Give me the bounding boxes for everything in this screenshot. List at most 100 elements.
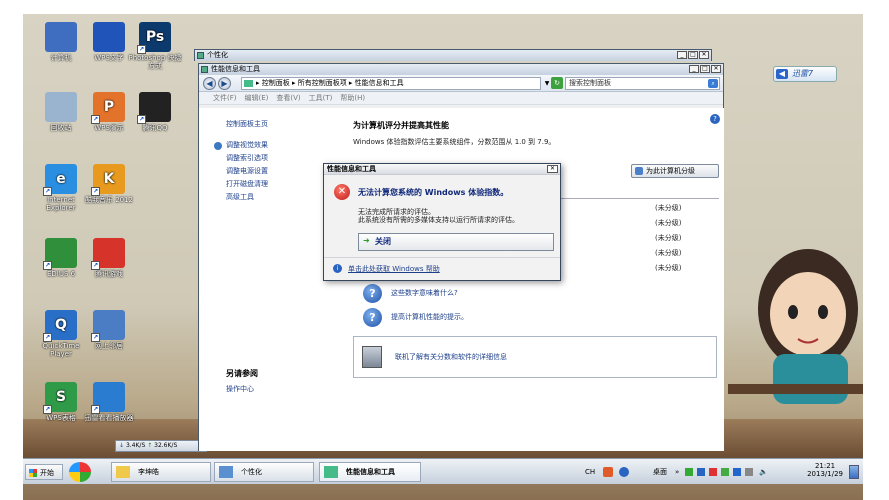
desktop-icon[interactable]: K ↗ 酷我音乐 2012 bbox=[81, 164, 137, 204]
refresh-icon[interactable]: ↻ bbox=[551, 77, 563, 89]
help-link-numbers-label: 这些数字意味着什么? bbox=[391, 289, 458, 297]
dialog-title: 性能信息和工具 bbox=[327, 165, 376, 173]
tray-icon-3[interactable] bbox=[709, 468, 717, 476]
maximize-button[interactable]: □ bbox=[700, 65, 710, 73]
desktop-icon[interactable]: ↗ 迅雷看看播放器 bbox=[81, 382, 137, 422]
dialog-close-icon[interactable]: ✕ bbox=[547, 165, 558, 173]
personalization-window[interactable]: 个性化 _ □ ✕ bbox=[194, 49, 712, 61]
maximize-button[interactable]: □ bbox=[688, 51, 698, 59]
shortcut-arrow-icon: ↗ bbox=[137, 115, 146, 124]
clock-time: 21:21 bbox=[814, 462, 836, 470]
taskbar-button-user[interactable]: 李坤皓 bbox=[111, 462, 211, 482]
dialog-help-link[interactable]: 单击此处获取 Windows 帮助 bbox=[348, 264, 440, 274]
online-info-box[interactable]: 联机了解有关分数和软件的详细信息 bbox=[353, 336, 717, 378]
kuwo-icon: K ↗ bbox=[91, 164, 125, 196]
personalization-titlebar[interactable]: 个性化 _ □ ✕ bbox=[195, 50, 711, 61]
start-button[interactable]: 开始 bbox=[25, 464, 63, 480]
tray-app-icon[interactable] bbox=[603, 467, 613, 477]
minimize-button[interactable]: _ bbox=[677, 51, 687, 59]
shortcut-arrow-icon: ↗ bbox=[43, 405, 52, 414]
page-description: Windows 体验指数评估主要系统组件，分数范围从 1.0 到 7.9。 bbox=[353, 138, 556, 146]
quicklaunch-colorful-icon[interactable] bbox=[69, 462, 91, 482]
forward-arrow-icon[interactable]: ▶ bbox=[218, 77, 231, 90]
upload-arrow-icon: ↑ bbox=[147, 442, 153, 449]
menu-bar: 文件(F) 编辑(E) 查看(V) 工具(T) 帮助(H) bbox=[199, 92, 723, 105]
dialog-close-button[interactable]: ➜ 关闭 bbox=[358, 233, 554, 251]
back-arrow-icon[interactable]: ◀ bbox=[203, 77, 216, 90]
rate-computer-button[interactable]: 为此计算机分级 bbox=[631, 164, 719, 178]
menu-item[interactable]: 帮助(H) bbox=[340, 94, 365, 102]
menu-item[interactable]: 工具(T) bbox=[309, 94, 333, 102]
start-label: 开始 bbox=[40, 469, 54, 477]
volume-icon[interactable]: 🔈 bbox=[759, 462, 768, 482]
score-value: (未分级) bbox=[655, 234, 682, 242]
score-value: (未分级) bbox=[655, 264, 682, 272]
tray-icon-5[interactable] bbox=[733, 468, 741, 476]
desktop-icon[interactable]: ↗ 腾讯QQ bbox=[127, 92, 183, 132]
desktop-icon-label: 酷我音乐 2012 bbox=[84, 196, 134, 204]
help-icon[interactable]: ? bbox=[710, 114, 720, 124]
score-value: (未分级) bbox=[655, 249, 682, 257]
action-center-link[interactable]: 操作中心 bbox=[226, 384, 254, 394]
error-icon: ✕ bbox=[334, 184, 350, 200]
desktop-label[interactable]: 桌面 bbox=[653, 462, 667, 482]
error-dialog[interactable]: 性能信息和工具 ✕ ✕ 无法计算您系统的 Windows 体验指数。 无法完成所… bbox=[323, 163, 561, 281]
breadcrumb[interactable]: ▸ 控制面板 ▸ 所有控制面板项 ▸ 性能信息和工具 bbox=[241, 77, 541, 90]
desktop-icon-label: 腾讯QQ bbox=[142, 124, 168, 132]
shortcut-arrow-icon: ↗ bbox=[137, 45, 146, 54]
dialog-titlebar[interactable]: 性能信息和工具 ✕ bbox=[324, 164, 560, 175]
tray-help-icon[interactable] bbox=[619, 467, 629, 477]
taskbar-button-performance-label: 性能信息和工具 bbox=[346, 468, 395, 476]
clock[interactable]: 21:21 2013/1/29 bbox=[807, 462, 843, 478]
xunlei-badge[interactable]: ◀ 迅雷7 bbox=[773, 66, 837, 82]
dialog-close-label: 关闭 bbox=[375, 237, 391, 246]
tray-icon-2[interactable] bbox=[697, 468, 705, 476]
search-icon[interactable]: ⌕ bbox=[708, 79, 718, 88]
desktop-icon[interactable]: Ps ↗ Photoshop 快捷方式 bbox=[127, 22, 183, 70]
personalize-icon bbox=[219, 466, 233, 478]
score-value: (未分级) bbox=[655, 204, 682, 212]
computer-icon bbox=[45, 22, 77, 52]
sidebar-link-label: 调整索引选项 bbox=[226, 154, 268, 162]
tray-icon-6[interactable] bbox=[745, 468, 753, 476]
search-input[interactable]: 搜索控制面板 ⌕ bbox=[565, 77, 720, 90]
sidebar-link[interactable]: 调整视觉效果 bbox=[214, 139, 339, 152]
minimize-button[interactable]: _ bbox=[689, 65, 699, 73]
help-link-tips[interactable]: ? 提高计算机性能的提示。 bbox=[363, 308, 468, 327]
help-link-numbers[interactable]: ? 这些数字意味着什么? bbox=[363, 284, 458, 303]
menu-item[interactable]: 文件(F) bbox=[213, 94, 237, 102]
sidebar-home-link[interactable]: 控制面板主页 bbox=[226, 118, 339, 131]
sidebar: 控制面板主页 调整视觉效果 调整索引选项 调整电源设置 打开磁盘清理 高级工具 bbox=[199, 108, 339, 451]
address-bar: ◀ ▶ ▸ 控制面板 ▸ 所有控制面板项 ▸ 性能信息和工具 ▼ ↻ 搜索控制面… bbox=[199, 75, 723, 92]
desktop-icon-label: 迅雷看看播放器 bbox=[84, 414, 134, 422]
taskbar-button-performance[interactable]: 性能信息和工具 bbox=[319, 462, 421, 482]
performance-titlebar[interactable]: 性能信息和工具 _ □ ✕ bbox=[199, 64, 723, 75]
close-button[interactable]: ✕ bbox=[699, 51, 709, 59]
menu-item[interactable]: 查看(V) bbox=[276, 94, 300, 102]
shortcut-arrow-icon: ↗ bbox=[91, 405, 100, 414]
chevron-right-icon[interactable]: » bbox=[675, 462, 679, 482]
taskbar-button-user-label: 李坤皓 bbox=[138, 468, 159, 476]
shield-icon bbox=[214, 142, 222, 150]
cartoon-girl-wallpaper bbox=[728, 249, 863, 404]
taskbar-button-personalize[interactable]: 个性化 bbox=[214, 462, 314, 482]
network-speed-widget[interactable]: ↓ 3.4K/S ↑ 32.6K/S bbox=[115, 440, 207, 452]
online-info-link[interactable]: 联机了解有关分数和软件的详细信息 bbox=[395, 352, 507, 362]
score-value: (未分级) bbox=[655, 219, 682, 227]
upload-speed: 32.6K/S bbox=[154, 442, 178, 449]
download-speed: 3.4K/S bbox=[125, 442, 146, 449]
desktop-icon[interactable]: ↗ 网上邻居 bbox=[81, 310, 137, 350]
close-button[interactable]: ✕ bbox=[711, 65, 721, 73]
ime-indicator[interactable]: CH bbox=[585, 462, 595, 482]
arrow-right-icon: ➜ bbox=[363, 236, 370, 245]
tray-icon-4[interactable] bbox=[721, 468, 729, 476]
shield-icon bbox=[635, 167, 643, 175]
sidebar-link-label: 调整电源设置 bbox=[226, 167, 268, 175]
tray-icon-1[interactable] bbox=[685, 468, 693, 476]
shortcut-arrow-icon: ↗ bbox=[43, 333, 52, 342]
search-placeholder: 搜索控制面板 bbox=[569, 79, 611, 87]
show-desktop-button[interactable] bbox=[849, 465, 859, 479]
dialog-separator bbox=[324, 257, 560, 258]
menu-item[interactable]: 编辑(E) bbox=[245, 94, 269, 102]
desktop-icon[interactable]: ↗ 腾讯游戏 bbox=[81, 238, 137, 278]
